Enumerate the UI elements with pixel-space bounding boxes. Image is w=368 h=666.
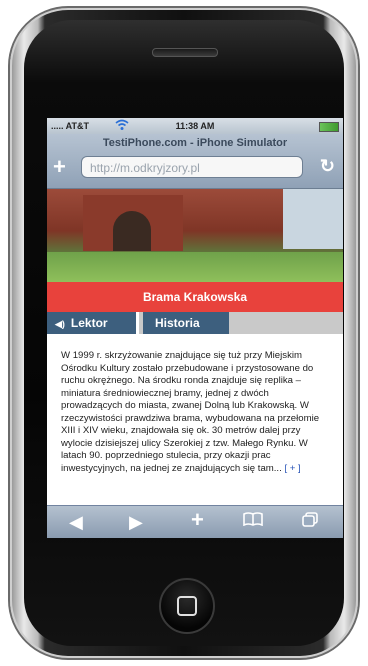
bookmarks-icon[interactable] [243, 512, 263, 532]
url-input[interactable]: http://m.odkryjzory.pl [81, 156, 303, 178]
home-button[interactable] [159, 578, 215, 634]
add-bookmark-icon[interactable]: + [191, 509, 204, 531]
browser-title: TestiPhone.com - iPhone Simulator [102, 137, 288, 149]
reload-icon[interactable]: ↻ [320, 156, 335, 177]
article-body: W 1999 r. skrzyżowanie znajdujące się tu… [47, 334, 343, 506]
article-text: W 1999 r. skrzyżowanie znajdujące się tu… [61, 350, 320, 474]
add-icon[interactable]: + [53, 156, 66, 178]
home-square-icon [177, 596, 197, 616]
tab-lektor[interactable]: ◀) Lektor [47, 312, 139, 334]
browser-toolbar: ◀ ▶ + [47, 505, 343, 538]
tab-lektor-label: Lektor [70, 316, 108, 330]
battery-icon [319, 122, 339, 132]
speaker-icon: ◀) [55, 319, 65, 329]
page-title: Brama Krakowska [47, 282, 343, 312]
status-bar: ..... AT&T 11:38 AM [47, 118, 343, 134]
tab-bar: ◀) Lektor Historia [47, 312, 343, 334]
earpiece-speaker [152, 48, 218, 57]
forward-icon[interactable]: ▶ [129, 512, 143, 532]
tab-historia-label: Historia [155, 316, 200, 330]
pages-icon[interactable] [301, 512, 319, 532]
phone-screen: ..... AT&T 11:38 AM TestiPhone.com - iPh… [47, 118, 343, 538]
browser-url-bar: TestiPhone.com - iPhone Simulator + http… [47, 134, 343, 189]
gate-photo [47, 189, 343, 282]
status-time: 11:38 AM [175, 121, 215, 131]
read-more-link[interactable]: [ + ] [284, 463, 300, 474]
tab-historia[interactable]: Historia [143, 312, 229, 334]
back-icon[interactable]: ◀ [69, 512, 83, 532]
